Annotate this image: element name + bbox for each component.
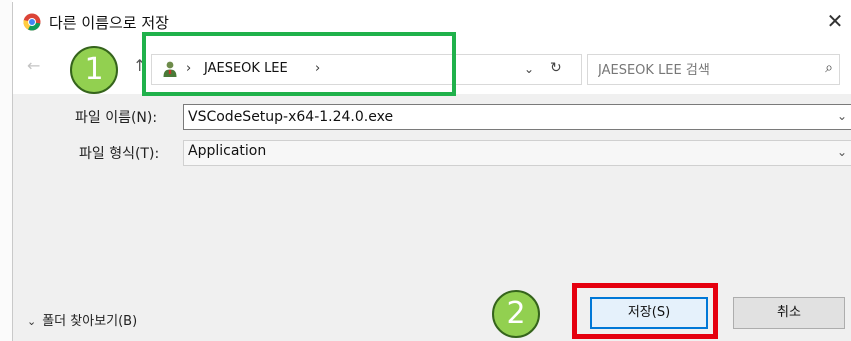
filetype-row: 파일 형식(T): Application ⌄ <box>13 140 851 166</box>
close-button[interactable]: ✕ <box>822 8 848 34</box>
dialog-footer: ⌄ 폴더 찾아보기(B) 저장(S) 취소 <box>13 288 851 341</box>
search-input[interactable] <box>596 59 810 81</box>
chrome-icon <box>23 13 41 31</box>
background-window-edge <box>0 0 12 341</box>
step-marker-2: 2 <box>492 290 540 338</box>
chevron-down-icon[interactable]: ⌄ <box>837 145 847 159</box>
cancel-button[interactable]: 취소 <box>733 297 845 329</box>
search-box[interactable]: ⌕ <box>587 54 840 85</box>
filename-row: 파일 이름(N): ⌄ <box>13 104 851 130</box>
refresh-icon[interactable]: ↻ <box>550 60 562 76</box>
chevron-down-icon: ⌄ <box>27 315 37 328</box>
filename-input[interactable] <box>188 107 828 127</box>
filetype-value: Application <box>188 143 267 159</box>
search-icon[interactable]: ⌕ <box>825 60 833 76</box>
filetype-select[interactable]: Application ⌄ <box>183 140 851 166</box>
filetype-label: 파일 형식(T): <box>79 146 160 162</box>
chevron-down-icon[interactable]: ⌄ <box>524 62 534 76</box>
highlight-box-save <box>572 283 718 339</box>
browse-folders-toggle[interactable]: ⌄ 폴더 찾아보기(B) <box>27 310 137 329</box>
filename-field[interactable]: ⌄ <box>183 104 851 130</box>
filename-label: 파일 이름(N): <box>75 110 158 126</box>
browse-folders-label: 폴더 찾아보기(B) <box>42 314 138 329</box>
dialog-title: 다른 이름으로 저장 <box>49 14 169 32</box>
highlight-box-address <box>142 32 456 96</box>
chevron-down-icon[interactable]: ⌄ <box>837 109 847 123</box>
form-area: 파일 이름(N): ⌄ 파일 형식(T): Application ⌄ <box>13 94 851 288</box>
step-marker-1: 1 <box>70 46 118 94</box>
back-arrow-icon[interactable]: ← <box>27 56 40 75</box>
